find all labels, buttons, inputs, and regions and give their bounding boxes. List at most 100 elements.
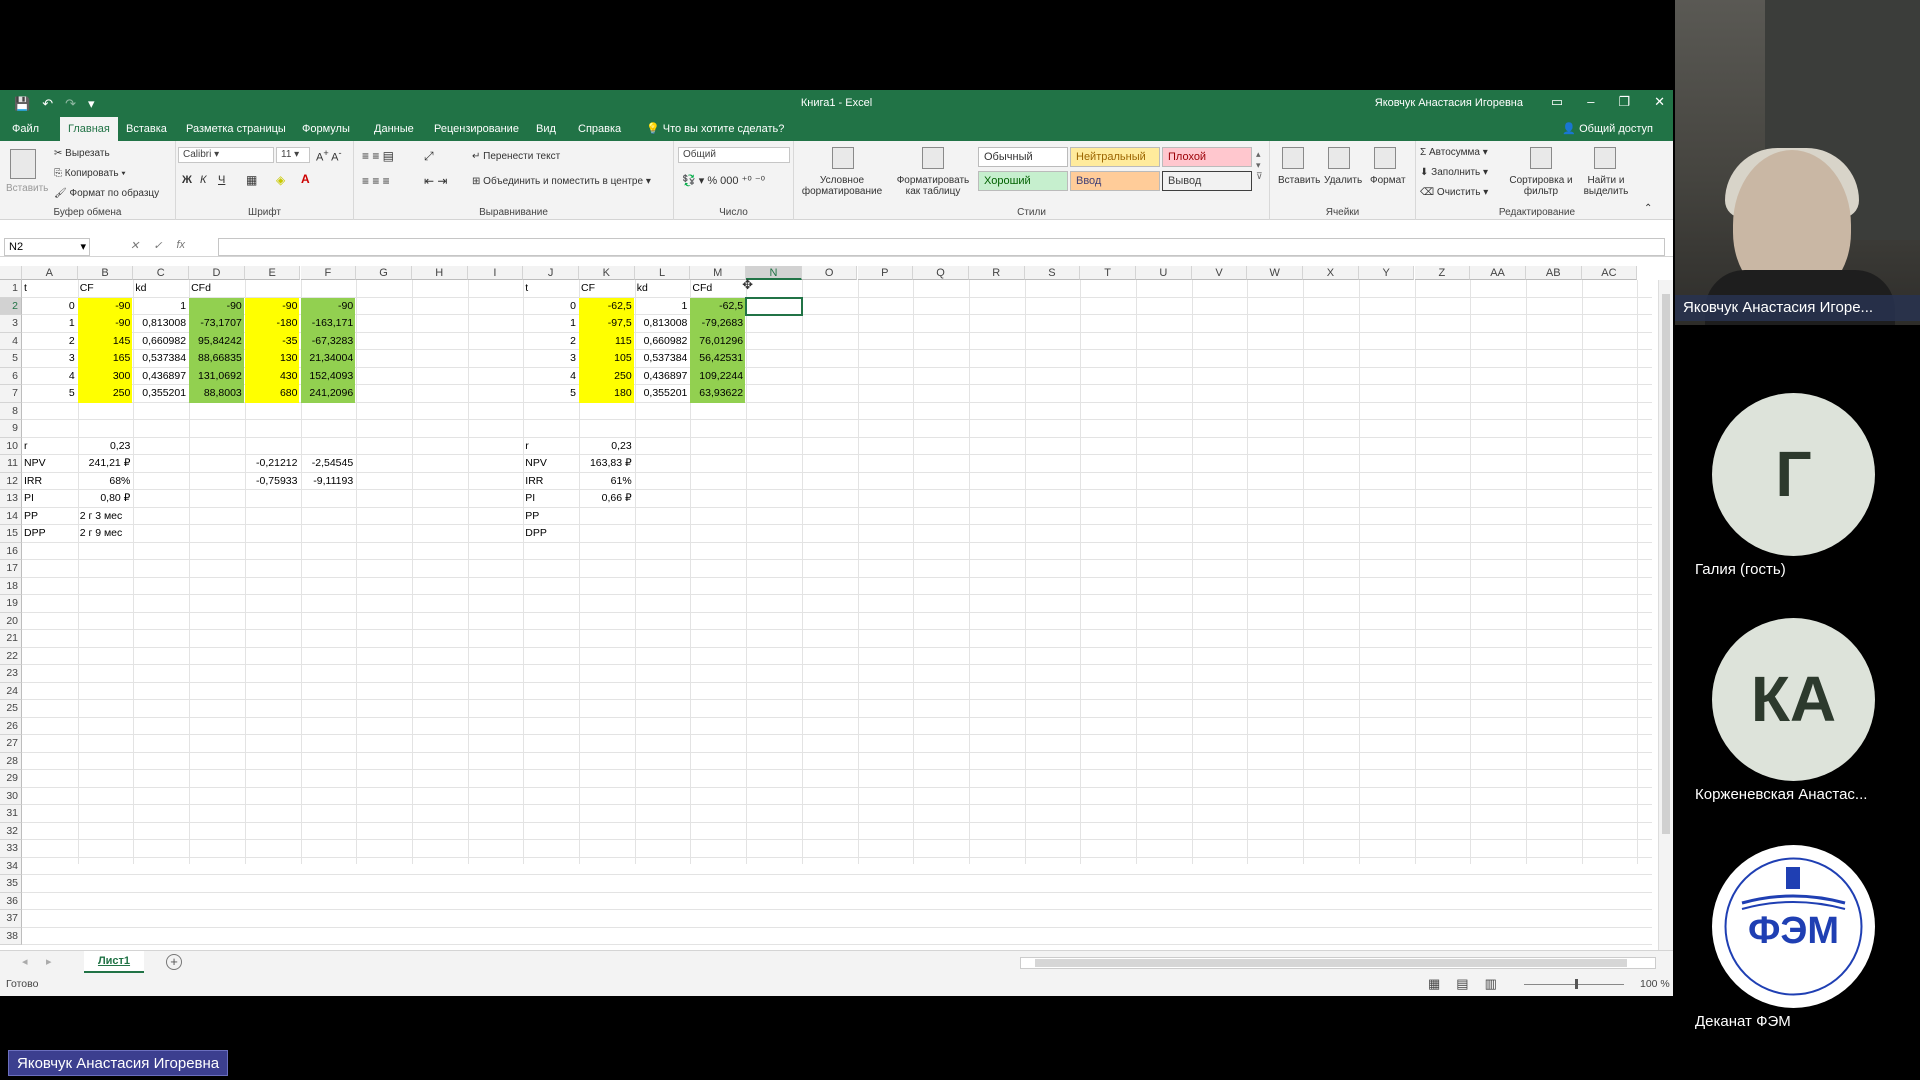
row-header[interactable]: 14 [0,507,22,525]
horizontal-scrollbar[interactable] [1020,957,1656,969]
cell-a7[interactable]: 5 [22,385,77,403]
tab-page-layout[interactable]: Разметка страницы [178,117,294,141]
cell-j12[interactable]: IRR [523,473,578,491]
cell-e5[interactable]: 130 [244,350,300,368]
column-header-g[interactable]: G [356,266,412,280]
cell-f5[interactable]: 21,34004 [300,350,356,368]
delete-cells-button[interactable]: Удалить [1324,175,1362,186]
cell-e11[interactable]: -0,21212 [245,455,300,473]
tab-home[interactable]: Главная [60,117,118,141]
row-header[interactable]: 4 [0,332,22,350]
cell-k7[interactable]: 180 [579,385,634,403]
column-header-b[interactable]: B [77,266,134,280]
column-header-l[interactable]: L [634,266,691,280]
conditional-formatting-button[interactable]: Условное форматирование [800,175,884,197]
cell-e2[interactable]: -90 [244,297,300,315]
row-header[interactable]: 13 [0,490,22,508]
column-header-c[interactable]: C [133,266,190,280]
column-header-q[interactable]: Q [913,266,969,280]
column-header-ab[interactable]: AB [1525,266,1582,280]
column-header-n[interactable]: N [746,266,802,280]
scroll-thumb[interactable] [1035,959,1627,967]
cell-b12[interactable]: 68% [78,473,133,491]
cell-a3[interactable]: 1 [22,315,77,333]
font-size-adjust[interactable]: A+ A- [316,148,342,164]
style-input[interactable]: Ввод [1070,171,1160,191]
cell-j11[interactable]: NPV [523,455,578,473]
cell-l2[interactable]: 1 [635,298,690,316]
row-header[interactable]: 19 [0,595,22,613]
styles-more-icon[interactable]: ▴ ▾ ⊽ [1256,149,1263,182]
tab-formulas[interactable]: Формулы [294,117,358,141]
paste-button[interactable]: Вставить [6,183,48,194]
column-header-p[interactable]: P [857,266,914,280]
cell-f12[interactable]: -9,11193 [301,473,356,491]
restore-icon[interactable]: ❐ [1618,94,1630,110]
font-color-icon[interactable]: A [301,172,310,186]
format-cells-icon[interactable] [1374,147,1396,169]
clear-button[interactable]: ⌫ Очистить ▾ [1420,187,1488,198]
cell-j5[interactable]: 3 [523,350,578,368]
cell-k3[interactable]: -97,5 [579,315,634,333]
column-header-z[interactable]: Z [1414,266,1471,280]
cancel-icon[interactable]: ✕ [130,239,139,252]
cell-k4[interactable]: 115 [579,332,634,350]
cell-e3[interactable]: -180 [244,315,300,333]
cell-m3[interactable]: -79,2683 [690,315,746,333]
font-size-select[interactable]: 11 ▾ [276,147,310,163]
cell-f3[interactable]: -163,171 [300,315,356,333]
row-header[interactable]: 6 [0,367,22,385]
share-button[interactable]: 👤 Общий доступ [1562,117,1653,141]
autosum-button[interactable]: Σ Автосумма ▾ [1420,147,1488,158]
style-normal[interactable]: Обычный [978,147,1068,167]
cell-b5[interactable]: 165 [77,350,133,368]
row-header[interactable]: 17 [0,560,22,578]
style-output[interactable]: Вывод [1162,171,1252,191]
cell-k10[interactable]: 0,23 [579,438,634,456]
column-header-m[interactable]: M [690,266,747,280]
row-header[interactable]: 32 [0,822,22,840]
column-header-t[interactable]: T [1080,266,1136,280]
style-bad[interactable]: Плохой [1162,147,1252,167]
cell-b10[interactable]: 0,23 [78,438,133,456]
cell-d1[interactable]: CFd [189,280,244,298]
row-header[interactable]: 7 [0,385,22,403]
cell-m7[interactable]: 63,93622 [690,385,746,403]
row-header[interactable]: 35 [0,875,22,893]
row-header[interactable]: 12 [0,472,22,490]
row-header[interactable]: 22 [0,647,22,665]
scroll-thumb[interactable] [1662,294,1670,834]
avatar[interactable]: Г [1712,393,1875,556]
cell-f7[interactable]: 241,2096 [300,385,356,403]
sort-filter-icon[interactable] [1530,147,1552,169]
row-header[interactable]: 16 [0,542,22,560]
column-header-e[interactable]: E [244,266,301,280]
tab-view[interactable]: Вид [528,117,564,141]
select-all-corner[interactable] [0,266,22,280]
align-top-icon[interactable]: ≡ ≡ ▤ [362,149,394,163]
cell-a14[interactable]: PP [22,508,77,526]
cell-k11[interactable]: 163,83 ₽ [579,455,634,473]
cell-l6[interactable]: 0,436897 [635,368,690,386]
insert-cells-icon[interactable] [1282,147,1304,169]
format-as-table-icon[interactable] [922,147,944,169]
format-painter-button[interactable]: 🖌 Формат по образцу [54,188,159,199]
row-header[interactable]: 37 [0,910,22,928]
cell-k12[interactable]: 61% [579,473,634,491]
bold-button[interactable]: Ж [182,174,192,186]
cell-a1[interactable]: t [22,280,77,298]
row-header[interactable]: 2 [0,297,22,315]
row-header[interactable]: 27 [0,735,22,753]
cell-m1[interactable]: CFd [690,280,745,298]
column-header-d[interactable]: D [189,266,245,280]
fill-button[interactable]: ⬇ Заполнить ▾ [1420,167,1488,178]
format-as-table-button[interactable]: Форматировать как таблицу [890,175,976,197]
cell-a2[interactable]: 0 [22,298,77,316]
cell-j7[interactable]: 5 [523,385,578,403]
row-header[interactable]: 26 [0,717,22,735]
tell-me-box[interactable]: 💡 Что вы хотите сделать? [638,117,792,141]
row-header[interactable]: 18 [0,577,22,595]
row-header[interactable]: 34 [0,857,22,875]
cell-m6[interactable]: 109,2244 [690,367,746,385]
paste-icon[interactable] [10,149,36,179]
